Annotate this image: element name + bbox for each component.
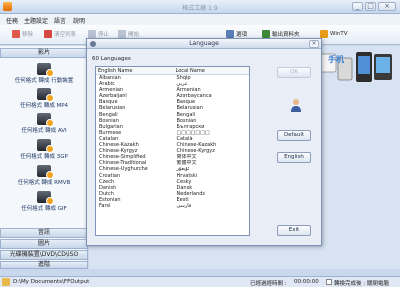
language-list-header: English Name Local Name — [96, 67, 249, 75]
avi-icon — [37, 113, 54, 127]
dialog-close-button[interactable]: × — [309, 40, 319, 48]
menu-theme[interactable]: 主題設定 — [24, 16, 48, 25]
advanced-category-header[interactable]: 進階 — [0, 261, 88, 269]
clear-list-label: 清空列表 — [54, 32, 77, 38]
video-category-header[interactable]: 影片 — [0, 48, 88, 58]
stop-icon — [88, 30, 96, 38]
close-button[interactable]: × — [378, 2, 396, 11]
start-button[interactable]: 開始 — [118, 30, 139, 38]
3gp-icon — [37, 139, 54, 153]
start-label: 開始 — [128, 32, 140, 38]
options-button[interactable]: 選項 — [226, 30, 247, 38]
folder-icon — [2, 278, 10, 286]
window-title: 格式工廠 1.9 — [182, 5, 218, 12]
english-name-cell: Farsi — [99, 202, 111, 209]
dialog-title-bar: Language × — [87, 39, 321, 49]
format-rmvb-label: 任何格式 轉成 RMVB — [17, 180, 71, 186]
stop-button[interactable]: 停止 — [88, 30, 109, 38]
english-button[interactable]: English — [277, 152, 311, 163]
mp4-icon — [37, 88, 54, 102]
elapsed-label: 已經過經時間 : — [250, 281, 287, 287]
after-convert-label: 轉換完成後 : 關閉電腦 — [334, 281, 389, 287]
start-icon — [118, 30, 126, 38]
wintv-label: WinTV — [330, 31, 348, 37]
clear-list-icon — [44, 30, 52, 38]
format-mobile-label: 任何格式 轉成 行動裝置 — [14, 78, 74, 84]
remove-label: 移除 — [22, 32, 34, 38]
remove-icon — [12, 30, 20, 38]
language-count: 60 Languages — [92, 56, 131, 62]
image-category-header[interactable]: 圖片 — [0, 239, 88, 249]
output-folder-icon — [262, 30, 270, 38]
output-folder-label: 輸出資料夾 — [272, 32, 300, 38]
stop-label: 停止 — [98, 32, 110, 38]
shutdown-checkbox[interactable] — [326, 279, 332, 285]
format-mp4-label: 任何格式 轉成 MP4 — [19, 103, 69, 109]
menu-task[interactable]: 任務 — [6, 16, 18, 25]
exit-button[interactable]: Exit — [277, 225, 311, 236]
format-rmvb[interactable]: 任何格式 轉成 RMVB — [0, 165, 88, 186]
format-3gp[interactable]: 任何格式 轉成 3GP — [0, 139, 88, 160]
menu-bar: 任務 主題設定 語言 說明 — [0, 14, 400, 25]
format-mobile[interactable]: 任何格式 轉成 行動裝置 — [0, 63, 88, 84]
format-3gp-label: 任何格式 轉成 3GP — [20, 154, 68, 160]
ok-button[interactable]: OK — [277, 67, 311, 78]
options-icon — [226, 30, 234, 38]
mobile-device-icon — [37, 63, 54, 77]
language-list[interactable]: English Name Local Name Albanian Shqip Ara… — [95, 66, 250, 236]
dialog-app-icon — [90, 41, 96, 47]
wintv-icon — [320, 30, 328, 38]
clear-list-button[interactable]: 清空列表 — [44, 30, 76, 38]
minimize-button[interactable]: _ — [352, 2, 363, 11]
format-avi[interactable]: 任何格式 轉成 AVI — [0, 113, 88, 134]
banner-text: 手机 — [328, 55, 344, 64]
menu-language[interactable]: 語言 — [54, 16, 66, 25]
local-name-column-header[interactable]: Local Name — [174, 67, 250, 74]
remove-button[interactable]: 移除 — [12, 30, 33, 38]
format-gif[interactable]: 任何格式 轉成 GIF — [0, 191, 88, 212]
audio-category-header[interactable]: 音訊 — [0, 228, 88, 238]
default-button[interactable]: Default — [277, 130, 311, 141]
language-dialog: Language × 60 Languages English Name Loc… — [86, 38, 322, 246]
elapsed-value: 00:00:00 — [294, 279, 319, 285]
rmvb-icon — [37, 165, 54, 179]
disc-category-header[interactable]: 光碟機裝置\DVD\CD\ISO — [0, 250, 88, 260]
status-bar: D:\My Documents\FFOutput 已經過經時間 : 00:00:… — [0, 276, 400, 287]
maximize-button[interactable]: □ — [365, 2, 376, 11]
format-gif-label: 任何格式 轉成 GIF — [21, 206, 67, 212]
user-icon — [291, 99, 301, 112]
local-name-cell: فارسی — [176, 202, 192, 209]
output-path[interactable]: D:\My Documents\FFOutput — [13, 279, 89, 285]
category-panel: 影片 任何格式 轉成 行動裝置 任何格式 轉成 MP4 任何格式 轉成 AVI … — [0, 46, 88, 269]
output-folder-button[interactable]: 輸出資料夾 — [262, 30, 300, 38]
dialog-title: Language — [189, 40, 219, 47]
format-mp4[interactable]: 任何格式 轉成 MP4 — [0, 88, 88, 109]
wintv-button[interactable]: WinTV — [320, 30, 347, 38]
options-label: 選項 — [236, 32, 248, 38]
language-row[interactable]: Farsi فارسی — [96, 203, 249, 209]
title-bar: 格式工廠 1.9 _ □ × — [0, 0, 400, 14]
english-name-column-header[interactable]: English Name — [96, 67, 174, 74]
menu-help[interactable]: 說明 — [73, 16, 85, 25]
gif-icon — [37, 191, 54, 205]
format-avi-label: 任何格式 轉成 AVI — [21, 128, 67, 134]
